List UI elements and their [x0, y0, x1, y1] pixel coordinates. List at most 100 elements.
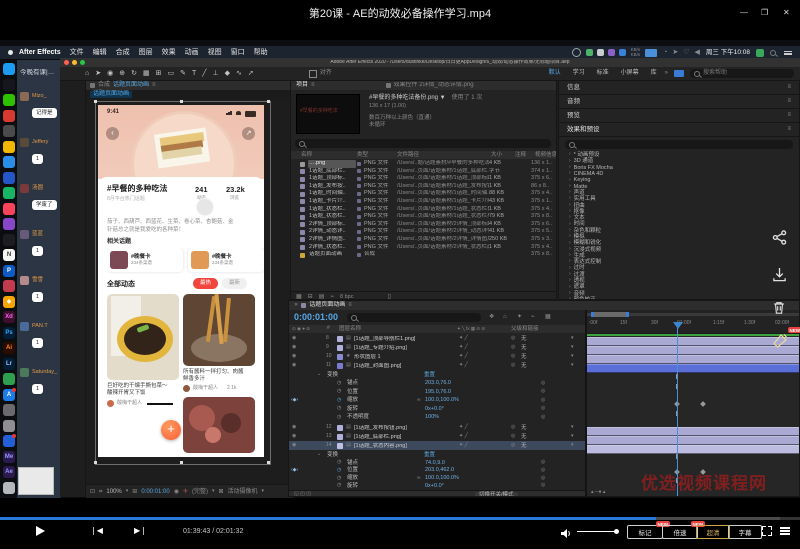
ae-tool-icon[interactable]: ➚ — [248, 70, 254, 78]
layer-color-swatch[interactable] — [337, 354, 343, 360]
layer-duration-bar[interactable] — [587, 355, 800, 364]
dock-icon[interactable] — [3, 404, 15, 416]
parent-value[interactable]: 无 — [521, 354, 527, 360]
layer-switches[interactable]: ✦ ╱ — [459, 345, 468, 351]
link-icon[interactable]: ∞ — [417, 476, 421, 482]
status-display-icon[interactable] — [645, 49, 657, 57]
minimize-button[interactable]: — — [740, 9, 748, 18]
dock-icon[interactable] — [3, 482, 15, 494]
panel-menu-icon[interactable]: ≡ — [348, 302, 352, 309]
playlist-icon[interactable] — [780, 527, 790, 535]
stopwatch-icon[interactable]: ◷ — [337, 398, 341, 404]
chat-message[interactable]: PAN.T 1 — [20, 322, 61, 349]
ae-tool-icon[interactable]: T — [192, 70, 196, 78]
dock-icon[interactable]: Ai — [3, 342, 15, 354]
dock-icon[interactable]: Xd — [3, 311, 15, 323]
property-row[interactable]: ‹◆› ◷ 旋转 0x+0.0° ◎ — [289, 404, 585, 413]
dock-icon[interactable]: Ae — [3, 466, 15, 478]
toggle-switches-button[interactable]: 切换开关/模式 — [475, 492, 518, 498]
layer-row[interactable]: ◉ 9 ▤ [1话题_专题介绍.png] ✦ ╱ ◎ 无 ▾ — [289, 343, 585, 352]
effects-search-box[interactable] — [565, 140, 793, 149]
share-icon[interactable] — [772, 230, 798, 250]
volume-slider[interactable] — [577, 531, 617, 532]
timeline-tab-name[interactable]: 话题页面动画 — [309, 302, 345, 309]
library-sync-icon[interactable] — [674, 70, 684, 77]
project-row[interactable]: 2详情_状态栏.. PNG 文件 /Users/..页面/话题素材/2详情_状态… — [291, 244, 557, 252]
dock-icon[interactable] — [3, 234, 15, 246]
collapse-arrow-icon[interactable]: ⌄ — [317, 452, 321, 458]
workspace-tab[interactable]: 库 — [651, 70, 657, 77]
property-value[interactable]: 100% — [425, 414, 439, 420]
layer-row[interactable]: ◉ 11 ▤ [1话题_封面图.png] ✦ ╱ ◎ 无 ▾ — [289, 361, 585, 370]
layer-color-swatch[interactable] — [337, 363, 343, 369]
status-app-icon-2[interactable] — [597, 49, 604, 56]
workspace-more-icon[interactable]: » — [665, 70, 668, 77]
stopwatch-icon[interactable]: ◷ — [337, 381, 341, 387]
preview-panel-header[interactable]: 预览 ≡ — [559, 109, 799, 123]
layer-switches[interactable]: ✦ ╱ — [459, 336, 468, 342]
property-name[interactable]: 位置 — [347, 389, 358, 395]
property-row[interactable]: ‹◆› ◷ 位置 195.0,76.0 ◎ — [289, 387, 585, 396]
composition-flowchart-icon[interactable]: ❖ — [489, 314, 494, 321]
effects-presets-header[interactable]: 效果和预设 ≡ — [559, 123, 799, 137]
layer-duration-bar[interactable] — [587, 364, 800, 373]
layer-row[interactable]: ◉ 8 ▤ [1话题_顶部导航栏1.png] ✦ ╱ ◎ 无 ▾ — [289, 334, 585, 343]
snapshot-icon[interactable]: ◉ — [174, 489, 179, 496]
stopwatch-icon[interactable]: ◷ — [337, 460, 341, 466]
project-row[interactable]: 1话题_底部栏.. PNG 文件 /Users/..页面/话题素材/1话题_底部… — [291, 168, 557, 176]
menu-item[interactable]: 效果 — [162, 49, 176, 57]
include-icon[interactable]: ◎ — [541, 398, 545, 404]
layer-list-1[interactable]: ◉ 8 ▤ [1话题_顶部导航栏1.png] ✦ ╱ ◎ 无 ▾ ◉ — [289, 334, 585, 370]
ae-tool-icon[interactable]: ∿ — [236, 70, 242, 78]
fullscreen-icon[interactable] — [762, 526, 772, 536]
timeline-search-box[interactable] — [347, 313, 481, 322]
transform-reset[interactable]: 重置 — [424, 372, 435, 378]
dock-icon[interactable] — [3, 141, 15, 153]
workspace-tab[interactable]: 默认 — [549, 70, 561, 77]
property-value[interactable]: 0x+0.0° — [425, 406, 444, 412]
status-app-icon-3[interactable] — [608, 49, 615, 56]
stopwatch-icon[interactable]: ◷ — [337, 389, 341, 395]
video-frame[interactable]: After Effects 文件编辑合成图层效果动画视图窗口帮助 KB/s KB… — [0, 40, 800, 498]
traffic-minimize-button[interactable] — [72, 60, 77, 65]
parent-pickwhip-icon[interactable]: ◎ — [511, 434, 515, 440]
layer-switches[interactable]: ✦ ╱ — [459, 363, 468, 369]
property-row[interactable]: ‹◆› ◷ 旋转 0x+0.0° ◎ — [289, 482, 585, 490]
panel-menu-icon[interactable]: ≡ — [152, 82, 156, 89]
ae-tool-icon[interactable]: ◆ — [225, 70, 230, 78]
stopwatch-icon[interactable]: ◷ — [337, 468, 341, 474]
parent-value[interactable]: 无 — [521, 443, 527, 449]
col-path[interactable]: 文件路径 — [397, 152, 419, 158]
layer-row[interactable]: ◉ 12 ▤ [1话题_发布按钮.png] ✦ ╱ ◎ 无 ▾ — [289, 423, 585, 432]
col-video[interactable]: 视频信息 — [535, 152, 557, 158]
property-name[interactable]: 锚点 — [347, 460, 358, 466]
layer-color-swatch[interactable] — [337, 425, 343, 431]
dock-icon[interactable] — [3, 79, 15, 91]
avatar[interactable] — [20, 92, 29, 101]
parent-pickwhip-icon[interactable]: ◎ — [511, 336, 515, 342]
eye-icon[interactable]: ◉ — [292, 434, 296, 440]
layer-color-swatch[interactable] — [337, 443, 343, 449]
close-button[interactable]: ✕ — [783, 9, 790, 18]
chat-message-list[interactable]: Mizo_ 记得是 Jeffery 1 汤圆 — [20, 92, 61, 414]
stopwatch-icon[interactable]: ◷ — [337, 476, 341, 482]
mark-button[interactable]: 标记 NEW — [627, 525, 663, 539]
viewer-tab-comp-name[interactable]: 话题页面动画 — [113, 82, 149, 89]
parent-value[interactable]: 无 — [521, 425, 527, 431]
property-row[interactable]: ‹◆› ◷ 不透明度 100% ◎ — [289, 413, 585, 422]
timeline-zoom-control[interactable]: ▴ ─● ▴ — [591, 490, 605, 496]
panel-menu-icon[interactable]: ≡ — [787, 126, 791, 133]
viewer-camera[interactable]: 活动摄像机 — [228, 489, 258, 496]
parent-link-col[interactable]: 父级和链接 — [511, 326, 539, 332]
chat-message[interactable]: Jeffery 1 — [20, 138, 61, 165]
ae-tool-icon[interactable]: ↻ — [131, 70, 137, 78]
grid-options-icon[interactable]: ⊡ — [90, 489, 95, 496]
project-row[interactable]: 1话题_状态栏.. PNG 文件 /Users/..页面/话题素材/1话题_状态… — [291, 206, 557, 214]
ae-tool-icon[interactable]: ◉ — [107, 70, 113, 78]
eye-icon[interactable]: ◉ — [292, 354, 296, 360]
avatar[interactable] — [20, 368, 29, 377]
property-row[interactable]: ‹◆› ◷ 锚点 203.0,76.0 ◎ — [289, 379, 585, 388]
project-row[interactable]: 2详情_详情图.. PNG 文件 /Users/..页面/话题素材/2详情_详情… — [291, 236, 557, 244]
dock-icon[interactable]: Ps — [3, 327, 15, 339]
menu-item[interactable]: 帮助 — [254, 49, 268, 57]
